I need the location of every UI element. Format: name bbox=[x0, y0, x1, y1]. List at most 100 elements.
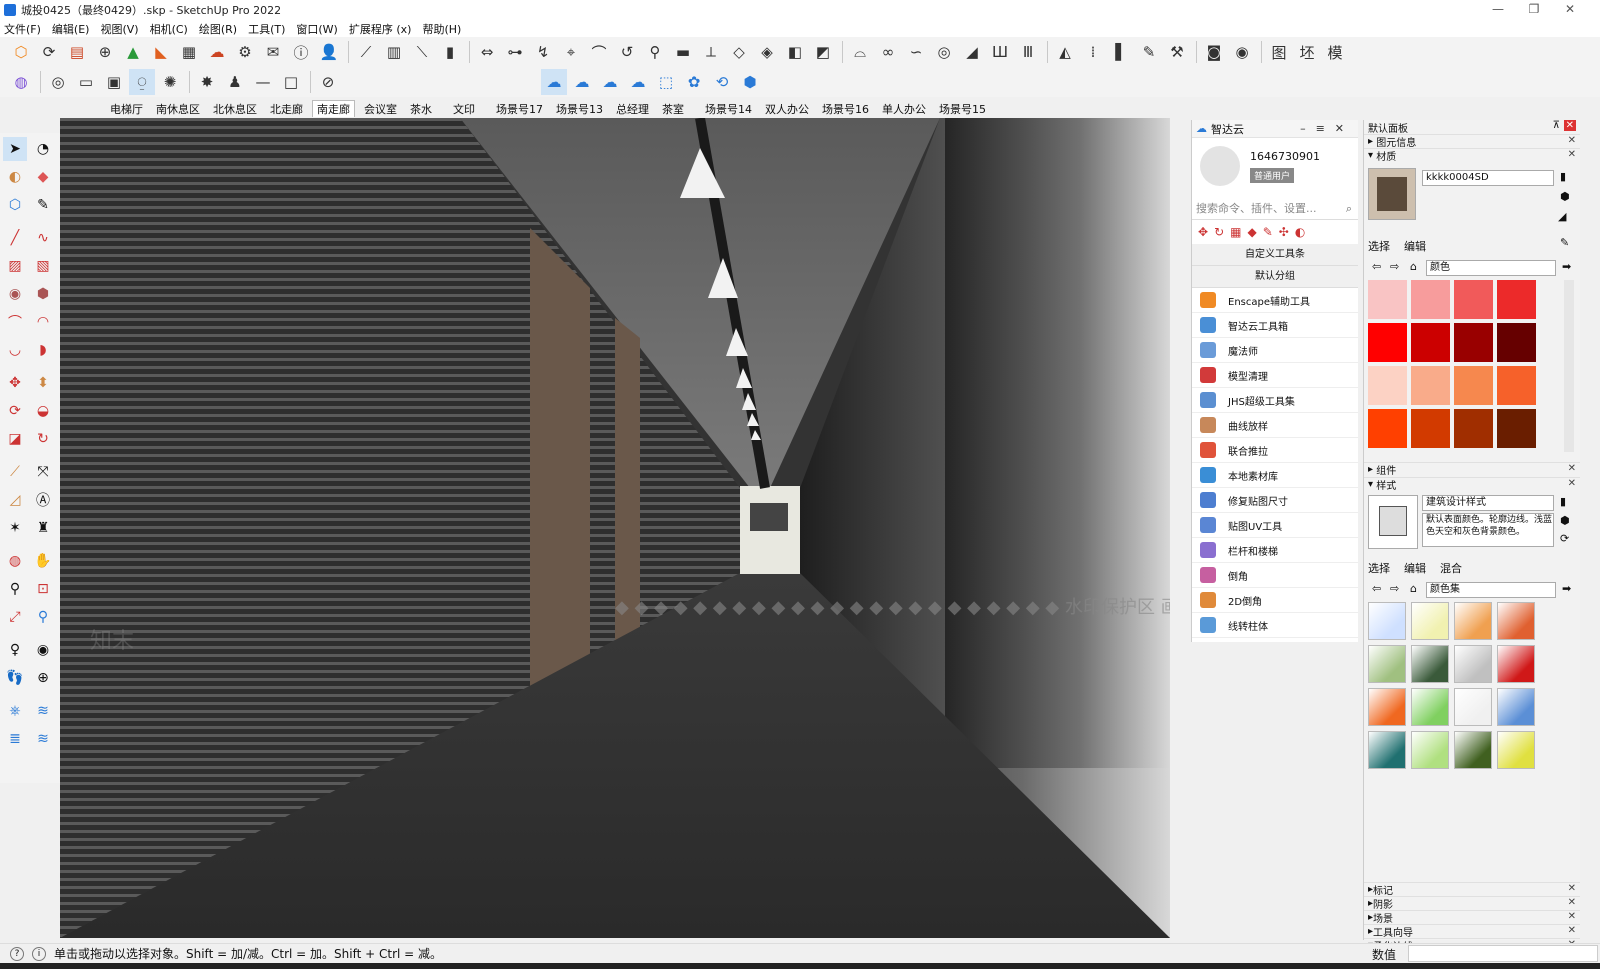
walk-icon[interactable]: 👣 bbox=[3, 666, 27, 690]
close-icon[interactable]: ✕ bbox=[1552, 0, 1588, 20]
material-create-icon[interactable]: ▮ bbox=[1560, 170, 1566, 183]
style-forward-icon[interactable]: ⇨ bbox=[1390, 582, 1399, 595]
dimension-icon[interactable]: ⤧ bbox=[31, 460, 55, 484]
tab-scene-17[interactable]: 场景号15 bbox=[935, 101, 990, 117]
style-thumbnail[interactable] bbox=[1497, 645, 1535, 683]
select-filter-icon[interactable]: ⍜ bbox=[129, 69, 155, 95]
cloud-list-icon[interactable]: ☁ bbox=[625, 69, 651, 95]
cloud-search-icon[interactable]: ☁ bbox=[569, 69, 595, 95]
entity-info-section[interactable]: ▸ 图元信息 ✕ bbox=[1364, 134, 1580, 149]
sandbox-icon[interactable]: ⎈ bbox=[3, 699, 27, 723]
tool-r-icon[interactable]: ◢ bbox=[959, 39, 985, 65]
plugin-item[interactable]: 倒角 bbox=[1192, 563, 1358, 588]
sandbox3-icon[interactable]: ≣ bbox=[3, 727, 27, 751]
collapsed-section[interactable]: ▸ 阴影 ✕ bbox=[1364, 896, 1580, 911]
material-swatch[interactable] bbox=[1497, 409, 1536, 448]
orbit-tool-icon[interactable]: ◔ bbox=[31, 137, 55, 161]
tool-e-icon[interactable]: ⌒ bbox=[586, 39, 612, 65]
style-name-field[interactable]: 建筑设计样式 bbox=[1422, 495, 1554, 511]
tool-a-icon[interactable]: ⇔ bbox=[474, 39, 500, 65]
pi-button[interactable]: 坯 bbox=[1294, 39, 1320, 65]
material-swatch[interactable] bbox=[1411, 409, 1450, 448]
tool-k-icon[interactable]: ◈ bbox=[754, 39, 780, 65]
sandbox4-icon[interactable]: ≋ bbox=[31, 727, 55, 751]
material-swatch[interactable] bbox=[1454, 323, 1493, 362]
tab-scene-2[interactable]: 南休息区 bbox=[152, 101, 204, 117]
style-home-icon[interactable]: ⌂ bbox=[1410, 582, 1417, 595]
axes-icon[interactable]: ✶ bbox=[3, 516, 27, 540]
collapsed-section[interactable]: ▸ 标记 ✕ bbox=[1364, 882, 1580, 897]
polygon-icon[interactable]: ⬢ bbox=[31, 282, 55, 306]
material-paint-icon[interactable]: ⬢ bbox=[1560, 190, 1570, 203]
command-search[interactable]: 搜索命令、插件、设置... ⌕ bbox=[1192, 198, 1358, 220]
bars-icon[interactable]: ▮ bbox=[437, 39, 463, 65]
refresh-icon[interactable]: ⟳ bbox=[36, 39, 62, 65]
look-around-icon[interactable]: ◉ bbox=[31, 638, 55, 662]
materials-section[interactable]: ▾ 材质 ✕ bbox=[1364, 148, 1580, 163]
minimize-icon[interactable]: — bbox=[1480, 0, 1516, 20]
plugin-item[interactable]: 栏杆和楼梯 bbox=[1192, 538, 1358, 563]
tab-scene-15[interactable]: 场景号16 bbox=[818, 101, 873, 117]
material-swatch[interactable] bbox=[1454, 409, 1493, 448]
tool-f-icon[interactable]: ↺ bbox=[614, 39, 640, 65]
stairs-icon[interactable]: ⟋ bbox=[353, 39, 379, 65]
plugin-item[interactable]: 贴图UV工具 bbox=[1192, 513, 1358, 538]
person-marker-icon[interactable]: ♟ bbox=[222, 69, 248, 95]
sandbox2-icon[interactable]: ≋ bbox=[31, 699, 55, 723]
material-swatch[interactable] bbox=[1368, 366, 1407, 405]
section-close-icon[interactable]: ✕ bbox=[1568, 925, 1576, 936]
tool-n-icon[interactable]: ⌓ bbox=[847, 39, 873, 65]
tool-w-icon[interactable]: ▌ bbox=[1108, 39, 1134, 65]
tray-close-icon[interactable]: ✕ bbox=[1563, 120, 1576, 131]
freehand-icon[interactable]: ∿ bbox=[31, 226, 55, 250]
material-swatch[interactable] bbox=[1454, 366, 1493, 405]
plugin-item[interactable]: 2D倒角 bbox=[1192, 588, 1358, 613]
eyedropper-icon[interactable]: ✎ bbox=[1560, 236, 1569, 249]
styles-section[interactable]: ▾ 样式 ✕ bbox=[1364, 477, 1580, 492]
plugin-item[interactable]: 曲线放样 bbox=[1192, 413, 1358, 438]
details-arrow-icon[interactable]: ➡ bbox=[1562, 260, 1571, 273]
components-section[interactable]: ▸ 组件 ✕ bbox=[1364, 462, 1580, 477]
rectangle-icon[interactable]: ▨ bbox=[3, 254, 27, 278]
tab-scene-11[interactable]: 总经理 bbox=[612, 101, 653, 117]
tab-scene-16[interactable]: 单人办公 bbox=[878, 101, 930, 117]
tool-b-icon[interactable]: ⊶ bbox=[502, 39, 528, 65]
section-plane-icon[interactable]: ⊕ bbox=[31, 666, 55, 690]
tab-select-style[interactable]: 选择 bbox=[1368, 560, 1390, 576]
section-close-icon[interactable]: ✕ bbox=[1568, 135, 1576, 146]
collapsed-section[interactable]: ▸ 工具向导 ✕ bbox=[1364, 924, 1580, 939]
style-thumbnail[interactable] bbox=[1454, 731, 1492, 769]
cycle-icon[interactable]: ⟲ bbox=[709, 69, 735, 95]
style-thumbnail[interactable] bbox=[1411, 602, 1449, 640]
style-description[interactable]: 默认表面颜色。轮廓边线。浅蓝色天空和灰色背景颜色。 bbox=[1422, 513, 1554, 547]
ruler-icon[interactable]: ⟍ bbox=[409, 39, 435, 65]
material-swatch[interactable] bbox=[1497, 280, 1536, 319]
material-collection-select[interactable]: 颜色 bbox=[1426, 260, 1556, 276]
line-icon[interactable]: — bbox=[250, 69, 276, 95]
style-thumbnail[interactable] bbox=[1368, 688, 1406, 726]
menu-view[interactable]: 视图(V) bbox=[100, 21, 138, 37]
tool-u-icon[interactable]: ◭ bbox=[1052, 39, 1078, 65]
info-icon[interactable]: ⓘ bbox=[288, 39, 314, 65]
rotated-rect-icon[interactable]: ▧ bbox=[31, 254, 55, 278]
tool-t-icon[interactable]: Ⅲ bbox=[1015, 39, 1041, 65]
quick-tool-icon[interactable]: ✎ bbox=[1263, 225, 1279, 239]
plugin-item[interactable]: Enscape辅助工具 bbox=[1192, 288, 1358, 313]
orbit-icon[interactable]: ◍ bbox=[3, 549, 27, 573]
menu-window[interactable]: 窗口(W) bbox=[296, 21, 337, 37]
measurements-input[interactable] bbox=[1408, 945, 1598, 962]
arc3-icon[interactable]: ◡ bbox=[3, 338, 27, 362]
material-swatch[interactable] bbox=[1497, 366, 1536, 405]
forward-icon[interactable]: ⇨ bbox=[1390, 260, 1399, 273]
tool-o-icon[interactable]: ∞ bbox=[875, 39, 901, 65]
settings-alt-icon[interactable]: ✺ bbox=[157, 69, 183, 95]
swatch-scrollbar[interactable] bbox=[1564, 280, 1574, 452]
arc-icon[interactable]: ⌒ bbox=[3, 310, 27, 334]
menu-help[interactable]: 帮助(H) bbox=[422, 21, 461, 37]
material-name-field[interactable]: kkkk0004SD bbox=[1422, 170, 1554, 186]
info-icon[interactable]: i bbox=[32, 946, 46, 961]
menu-extensions[interactable]: 扩展程序 (x) bbox=[349, 21, 412, 37]
zoom-box-icon[interactable]: ⬚ bbox=[653, 69, 679, 95]
sun-icon[interactable]: ✸ bbox=[194, 69, 220, 95]
section-close-icon[interactable]: ✕ bbox=[1568, 463, 1576, 474]
